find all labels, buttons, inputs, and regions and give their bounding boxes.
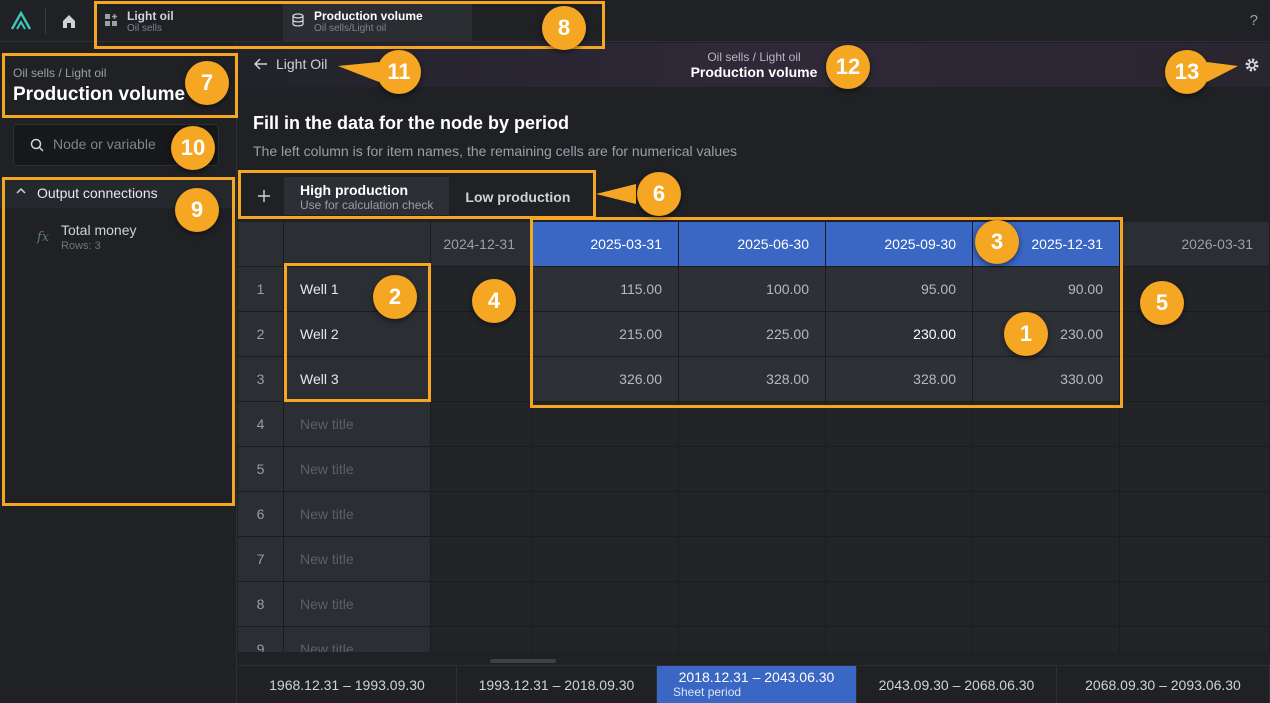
row-number: 4 [238, 402, 284, 447]
value-cell[interactable] [431, 357, 532, 402]
period-tab[interactable]: 2043.09.30 – 2068.06.30 [857, 666, 1057, 703]
annotation-badge: 12 [826, 45, 870, 89]
app-window: Light oil Oil sells Production volume Oi… [0, 0, 1270, 703]
value-cell[interactable] [1120, 312, 1270, 357]
value-cell[interactable] [973, 537, 1120, 582]
value-cell[interactable] [679, 402, 826, 447]
value-cell[interactable] [532, 582, 679, 627]
value-cell[interactable] [431, 492, 532, 537]
value-cell[interactable] [1120, 447, 1270, 492]
value-cell[interactable] [532, 537, 679, 582]
value-cell[interactable] [679, 537, 826, 582]
annotation-badge: 6 [637, 172, 681, 216]
app-logo-icon[interactable] [10, 11, 32, 31]
value-cell[interactable] [826, 492, 973, 537]
annotation-badge: 8 [542, 6, 586, 50]
value-cell[interactable] [431, 402, 532, 447]
value-cell[interactable] [532, 402, 679, 447]
row-number: 8 [238, 582, 284, 627]
annotation-badge: 11 [377, 50, 421, 94]
corner-cell [238, 222, 284, 267]
period-range: 1993.12.31 – 2018.09.30 [478, 677, 635, 693]
row-name-cell[interactable]: New title [284, 402, 431, 447]
row-number: 1 [238, 267, 284, 312]
page-heading: Fill in the data for the node by period [253, 113, 570, 133]
value-cell[interactable] [1120, 537, 1270, 582]
value-cell[interactable] [1120, 492, 1270, 537]
value-cell[interactable] [679, 447, 826, 492]
row-name-cell[interactable]: New title [284, 447, 431, 492]
period-tab[interactable]: 2068.09.30 – 2093.06.30 [1057, 666, 1270, 703]
value-cell[interactable] [431, 582, 532, 627]
annotation-frame-tabs [94, 1, 605, 49]
annotation-badge: 9 [175, 188, 219, 232]
value-cell[interactable] [532, 492, 679, 537]
topbar-divider [45, 8, 46, 34]
value-cell[interactable] [826, 447, 973, 492]
period-range: 2018.12.31 – 2043.06.30 [678, 669, 835, 685]
annotation-badge: 1 [1004, 312, 1048, 356]
column-header[interactable]: 2026-03-31 [1120, 222, 1270, 267]
annotation-badge: 5 [1140, 281, 1184, 325]
period-label: Sheet period [673, 685, 742, 699]
page-subheading: The left column is for item names, the r… [253, 143, 737, 159]
value-cell[interactable] [679, 582, 826, 627]
row-number: 9 [238, 627, 284, 652]
period-range: 2068.09.30 – 2093.06.30 [1085, 677, 1241, 693]
annotation-badge: 3 [975, 220, 1019, 264]
row-number: 3 [238, 357, 284, 402]
value-cell[interactable] [973, 582, 1120, 627]
gear-icon[interactable] [1244, 57, 1260, 73]
value-cell[interactable] [679, 492, 826, 537]
annotation-badge: 13 [1165, 50, 1209, 94]
value-cell[interactable] [826, 402, 973, 447]
value-cell[interactable] [973, 402, 1120, 447]
annotation-frame-data-range [530, 217, 1123, 408]
period-tab[interactable]: 1968.12.31 – 1993.09.30 [238, 666, 457, 703]
value-cell[interactable] [431, 627, 532, 652]
row-name-cell[interactable]: New title [284, 537, 431, 582]
value-cell[interactable] [973, 447, 1120, 492]
period-range: 1968.12.31 – 1993.09.30 [269, 677, 425, 693]
value-cell[interactable] [1120, 627, 1270, 652]
annotation-frame-scenarios [238, 170, 596, 219]
value-cell[interactable] [1120, 357, 1270, 402]
row-name-cell[interactable]: New title [284, 492, 431, 537]
period-tab[interactable]: 1993.12.31 – 2018.09.30 [457, 666, 657, 703]
row-name-cell[interactable]: New title [284, 582, 431, 627]
value-cell[interactable] [679, 627, 826, 652]
row-number: 6 [238, 492, 284, 537]
value-cell[interactable] [826, 537, 973, 582]
value-cell[interactable] [431, 537, 532, 582]
value-cell[interactable] [826, 627, 973, 652]
row-name-cell[interactable]: New title [284, 627, 431, 652]
period-tab[interactable]: 2018.12.31 – 2043.06.30 Sheet period [657, 666, 857, 703]
row-number: 5 [238, 447, 284, 492]
horizontal-scrollbar[interactable] [490, 659, 556, 663]
home-icon [63, 15, 75, 28]
annotation-badge: 7 [185, 61, 229, 105]
row-number: 7 [238, 537, 284, 582]
value-cell[interactable] [1120, 582, 1270, 627]
value-cell[interactable] [1120, 402, 1270, 447]
column-header[interactable]: 2024-12-31 [431, 222, 532, 267]
value-cell[interactable] [431, 447, 532, 492]
annotation-badge: 10 [171, 126, 215, 170]
name-column-header [284, 222, 431, 267]
annotation-badge: 2 [373, 275, 417, 319]
value-cell[interactable] [532, 627, 679, 652]
row-number: 2 [238, 312, 284, 357]
value-cell[interactable] [973, 492, 1120, 537]
annotation-badge: 4 [472, 279, 516, 323]
period-range: 2043.09.30 – 2068.06.30 [878, 677, 1035, 693]
value-cell[interactable] [826, 582, 973, 627]
help-button[interactable]: ? [1250, 12, 1258, 29]
home-button[interactable] [58, 10, 80, 32]
period-selector: 1968.12.31 – 1993.09.30 1993.12.31 – 2018… [238, 665, 1270, 703]
value-cell[interactable] [532, 447, 679, 492]
value-cell[interactable] [973, 627, 1120, 652]
search-icon [30, 138, 44, 152]
